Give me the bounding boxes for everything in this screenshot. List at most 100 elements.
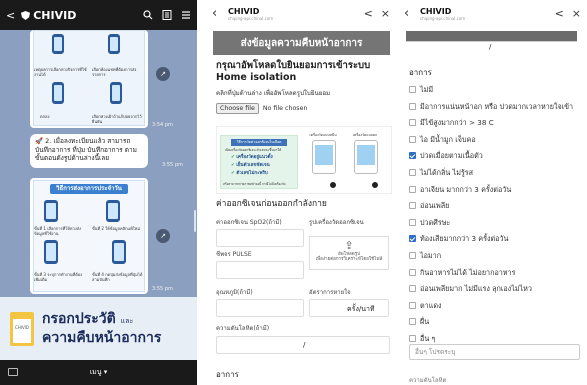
step-label: เลือกห่วงเฝ้าถ้าแก้บ่อยจากไว้ยืนยัน <box>92 114 142 124</box>
checkbox[interactable] <box>409 169 416 176</box>
rich-menu-banner[interactable]: CHIVID กรอกประวัติ และ ความคืบหน้าอาการ <box>0 297 197 360</box>
browser-title: CHIVID <box>228 7 260 16</box>
temp-input[interactable] <box>216 299 304 317</box>
guide-footnote: หรือสามารถถ่ายภาพหน้าจอนี้ กรณีไม่มีเครื… <box>223 182 286 186</box>
symptom-option[interactable]: อ่อนเพลียมาก ไม่มีแรง ลุกเองไม่ไหว <box>409 284 532 293</box>
checkbox[interactable] <box>409 335 416 342</box>
close-icon[interactable]: × <box>572 7 581 21</box>
checkbox[interactable] <box>409 268 416 276</box>
close-icon[interactable]: × <box>381 7 390 21</box>
keyboard-icon[interactable] <box>8 368 18 376</box>
text-message: 🚀 2. เมื่อลงทะเบียนแล้ว สามารถบันทึกอากา… <box>30 134 148 168</box>
symptom-option[interactable]: ปวดศีรษะ <box>409 218 450 227</box>
phone-illustration <box>106 200 120 222</box>
upload-title-line1: กรุณาอัพโหลดใบยินยอมการเข้าระบบ <box>216 60 371 71</box>
chevron-left-icon[interactable]: ‹ <box>404 7 416 21</box>
file-status: No file chosen <box>262 105 308 112</box>
symptom-option[interactable]: ไม่มี <box>409 85 433 94</box>
symptom-option[interactable]: กินอาหารไม่ได้ ไม่อยากอาหาร <box>409 268 515 277</box>
step-label: ตกลง <box>40 114 50 119</box>
symptom-option[interactable]: ผื่น <box>409 317 429 326</box>
other-symptom-input[interactable]: อื่นๆ โปรดระบุ <box>409 344 580 360</box>
symptom-option[interactable]: อื่น ๆ <box>409 334 435 343</box>
clipboard-label: CHIVID <box>13 318 31 343</box>
share-icon[interactable]: < <box>364 7 373 21</box>
upload-title: กรุณาอัพโหลดใบยินยอมการเข้าระบบ Home iso… <box>216 60 370 84</box>
image-bubble[interactable]: วิธีการส่งอาการประจำวัน ขั้นที่ 1 เลือกก… <box>30 178 148 294</box>
guide-heading: วิธีการวัดค่าออกซิเจนในเลือด <box>231 139 287 146</box>
symptoms-panel: ‹ CHIVID chiping-api.chinal.com < × / อา… <box>398 0 587 385</box>
symptom-option[interactable]: ไอมาก <box>409 251 441 260</box>
symptom-option[interactable]: มีอาการแน่นหน้าอก หรือ ปวดมากเวลาหายใจเข… <box>409 102 573 111</box>
resp-label: อัตราการหายใจ <box>309 289 351 296</box>
symptom-option[interactable]: อาเจียน มากกว่า 3 ครั้งต่อวัน <box>409 185 511 194</box>
symptom-option[interactable]: ไอ มีน้ำมูก เจ็บคอ <box>409 135 476 144</box>
symptom-option[interactable]: ท้องเสียมากกว่า 3 ครั้งต่อวัน <box>409 234 508 243</box>
checkbox[interactable] <box>409 152 416 160</box>
image-bubble[interactable]: เหตุผลการเลือกห่วงกิจการที่ใช้งานได้ เลื… <box>30 30 148 128</box>
symptom-option[interactable]: ตาแดง <box>409 301 442 310</box>
guide-check: ✔ เครื่องวัดอยู่แนวตั้ง <box>231 155 273 160</box>
bp-input-partial[interactable] <box>406 41 577 55</box>
choose-file-button[interactable]: Choose file <box>216 103 259 114</box>
share-icon[interactable]: < <box>555 7 564 21</box>
symptom-label: มีไข้สูงมากกว่า > 38 C <box>420 118 494 128</box>
symptom-option[interactable]: อ่อนเพลีย <box>409 201 449 210</box>
checkbox[interactable] <box>409 301 416 309</box>
symptoms-heading: อาการ <box>409 68 432 77</box>
spo2-input[interactable] <box>216 229 304 247</box>
symptom-option[interactable]: ไม่ได้กลิ่น ไม่รู้รส <box>409 168 473 177</box>
back-button[interactable]: < <box>6 9 15 22</box>
checkbox[interactable] <box>409 185 416 193</box>
chat-footer: เมนู ▾ <box>0 360 197 385</box>
step-label: ขั้นที่ 1 เลือกการที่ให้ห่วงส่งข้อมูลที่… <box>34 226 82 236</box>
clipboard-icon: CHIVID <box>10 311 34 346</box>
checkbox[interactable] <box>409 102 416 110</box>
symptom-label: ไอมาก <box>420 251 442 260</box>
checkbox[interactable] <box>409 202 416 210</box>
shield-icon <box>21 10 31 20</box>
file-picker[interactable]: Choose file No file chosen <box>216 103 307 114</box>
checkbox[interactable] <box>409 218 416 226</box>
guide-subtext: เปิดเครื่องวัดออกซิเจน ตัวเลขจะขึ้นมาให้ <box>225 148 282 152</box>
browser-url: chiping-api.chinal.com <box>420 16 466 21</box>
checkbox[interactable] <box>409 318 416 326</box>
checkbox[interactable] <box>409 135 416 143</box>
checkbox[interactable] <box>409 119 416 127</box>
pulse-input[interactable] <box>216 261 304 279</box>
menu-icon[interactable] <box>181 10 191 20</box>
scroll-indicator[interactable] <box>194 210 196 232</box>
symptom-label: อื่น ๆ <box>420 334 436 343</box>
list-icon[interactable] <box>162 10 172 20</box>
timestamp: 3:55 pm <box>152 286 173 292</box>
phone-illustration <box>108 34 120 54</box>
symptom-option[interactable]: มีไข้สูงมากกว่า > 38 C <box>409 118 494 127</box>
guide-check: ✔ ตัวเลขไม่กะพริบ <box>231 171 268 176</box>
checkbox[interactable] <box>409 252 416 259</box>
rocket-icon: 🚀 <box>35 137 46 145</box>
upload-title-line2: Home isolation <box>216 72 297 83</box>
share-icon[interactable]: ↗ <box>156 229 170 243</box>
share-icon[interactable]: ↗ <box>156 67 170 81</box>
photo-upload-box[interactable]: ⇪ อัพโหลดรูป เพื่อง่ายต่อการวิเคราะห์โดย… <box>309 236 389 270</box>
symptoms-label: อาการ <box>216 370 239 379</box>
step-label: ขั้นที่ 2 ให้ข้อมูลคลิกแพ้ใหม่ <box>92 226 140 231</box>
checkbox[interactable] <box>409 285 416 293</box>
camera-icon <box>329 181 337 189</box>
oximeter-device <box>312 140 336 174</box>
phone-illustration <box>112 240 126 264</box>
oximeter-guide-image: วิธีการวัดค่าออกซิเจนในเลือด เปิดเครื่อง… <box>216 126 392 194</box>
form-header: ส่งข้อมูลความคืบหน้าอาการ <box>213 31 390 55</box>
checkbox[interactable] <box>409 86 416 93</box>
photo-label: รูปเครื่องวัดออกซิเจน <box>309 219 364 226</box>
chevron-left-icon[interactable]: ‹ <box>212 7 224 21</box>
symptom-option[interactable]: ปวดเมื่อยตามเนื้อตัว <box>409 151 483 160</box>
timestamp: 3:54 pm <box>152 122 173 128</box>
search-icon[interactable] <box>143 10 153 20</box>
timestamp: 3:55 pm <box>162 162 183 168</box>
chat-header: < CHIVID <box>0 0 197 30</box>
checkbox[interactable] <box>409 235 416 243</box>
menu-toggle[interactable]: เมนู ▾ <box>90 367 108 378</box>
phone-illustration <box>44 240 58 264</box>
pulse-label: ชีพจร PULSE <box>216 251 252 258</box>
